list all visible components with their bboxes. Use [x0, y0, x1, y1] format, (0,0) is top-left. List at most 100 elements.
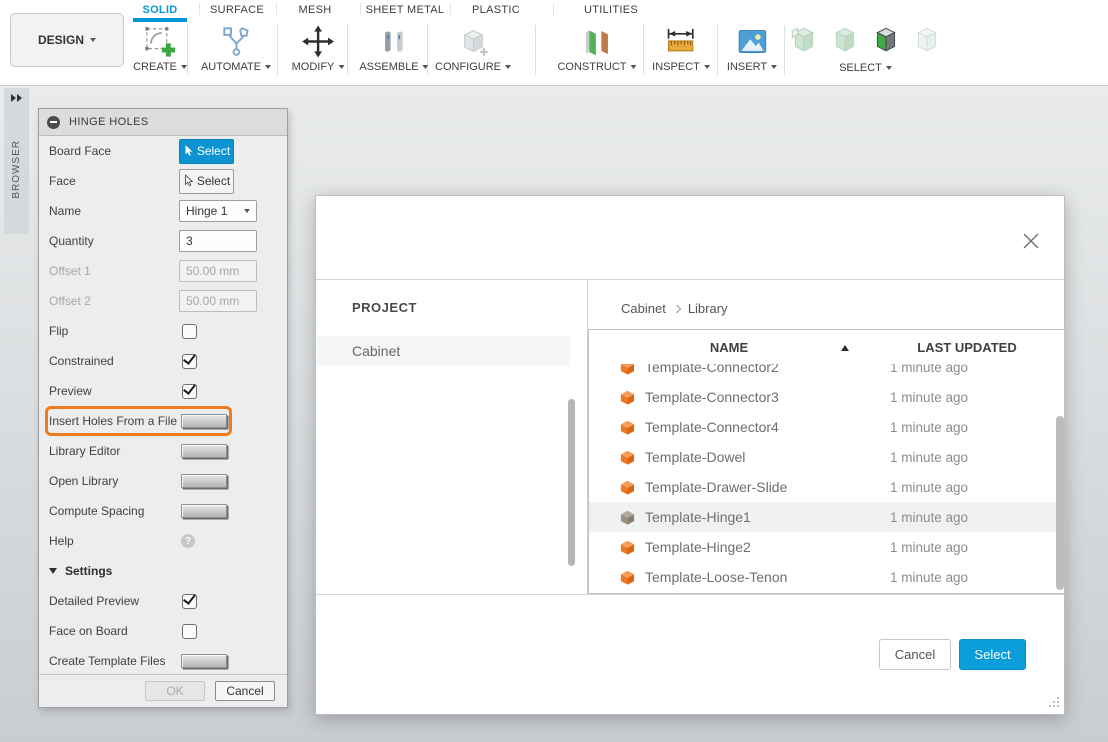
row-help: Help ? [39, 526, 287, 556]
toolbar-group-assemble[interactable]: ASSEMBLE [359, 23, 428, 73]
project-list-scrollbar[interactable] [568, 399, 575, 566]
chevron-down-icon [265, 65, 271, 69]
resize-grip[interactable] [1048, 696, 1060, 708]
table-scrollbar[interactable] [1056, 416, 1064, 590]
detailed-preview-label: Detailed Preview [49, 594, 179, 608]
help-label: Help [49, 534, 179, 548]
select-corner-cube-icon[interactable] [788, 23, 820, 60]
settings-label: Settings [65, 564, 112, 578]
toolbar-group-configure[interactable]: CONFIGURE [435, 23, 511, 73]
configure-icon [457, 23, 490, 59]
select-solid-cube-icon[interactable] [829, 23, 861, 60]
toolbar-group-insert[interactable]: INSERT [727, 23, 777, 73]
select-active-cube-icon[interactable] [870, 23, 902, 60]
ok-button[interactable]: OK [145, 681, 205, 701]
sort-ascending-icon [841, 345, 849, 351]
compute-spacing-button[interactable] [181, 504, 227, 518]
toolbar-group-inspect[interactable]: INSPECT [652, 23, 710, 73]
table-row[interactable]: Template-Drawer-Slide 1 minute ago [589, 472, 1064, 502]
panel-title: HINGE HOLES [69, 116, 149, 128]
cancel-button[interactable]: Cancel [215, 681, 275, 701]
dialog-cancel-button[interactable]: Cancel [879, 639, 951, 670]
open-library-button[interactable] [181, 474, 227, 488]
toolbar-group-modify[interactable]: MODIFY [292, 23, 345, 73]
tab-sheet-metal[interactable]: SHEET METAL [366, 4, 445, 16]
toolbar-group-construct[interactable]: CONSTRUCT [557, 23, 636, 73]
offset1-input[interactable] [179, 260, 257, 282]
board-face-select-button[interactable]: Select [179, 139, 234, 164]
row-create-template-files: Create Template Files [39, 646, 287, 676]
part-cube-icon [620, 540, 635, 555]
help-icon[interactable]: ? [181, 534, 195, 548]
flip-label: Flip [49, 324, 179, 338]
chevron-down-icon [423, 65, 429, 69]
close-icon[interactable] [1022, 232, 1040, 250]
construct-label: CONSTRUCT [557, 61, 626, 73]
table-row[interactable]: Template-Hinge2 1 minute ago [589, 532, 1064, 562]
face-on-board-label: Face on Board [49, 624, 179, 638]
row-face: Face Select [39, 166, 287, 196]
select-modes [788, 23, 943, 60]
table-row[interactable]: Template-Hinge1 1 minute ago [589, 502, 1064, 532]
create-template-files-button[interactable] [181, 654, 227, 668]
offset2-label: Offset 2 [49, 294, 179, 308]
tab-utilities[interactable]: UTILITIES [584, 4, 638, 16]
modify-icon [302, 23, 335, 59]
face-on-board-checkbox[interactable] [182, 624, 197, 639]
table-rows: Template-Connector2 1 minute ago Templat… [589, 364, 1064, 592]
project-item-cabinet[interactable]: Cabinet [317, 336, 570, 366]
toolbar-group-automate[interactable]: AUTOMATE [201, 23, 271, 73]
insert-icon [735, 23, 768, 59]
tab-surface[interactable]: SURFACE [210, 4, 264, 16]
fusion-app-window: DESIGN SOLID SURFACE MESH SHEET METAL PL… [0, 0, 1108, 742]
constrained-checkbox[interactable] [182, 354, 197, 369]
inspect-icon [665, 23, 698, 59]
assemble-label: ASSEMBLE [359, 61, 418, 73]
quantity-input[interactable] [179, 230, 257, 252]
chevron-down-icon [244, 209, 250, 213]
face-label: Face [49, 174, 179, 188]
tab-mesh[interactable]: MESH [299, 4, 332, 16]
row-preview: Preview [39, 376, 287, 406]
toolbar-group-create[interactable]: CREATE [133, 23, 187, 73]
panel-header[interactable]: HINGE HOLES [39, 109, 287, 136]
row-constrained: Constrained [39, 346, 287, 376]
table-row[interactable]: Template-Connector3 1 minute ago [589, 382, 1064, 412]
library-editor-button[interactable] [181, 444, 227, 458]
modify-label: MODIFY [292, 61, 335, 73]
tab-plastic[interactable]: PLASTIC [472, 4, 520, 16]
library-table: NAME LAST UPDATED Template-Connector2 1 … [588, 329, 1065, 594]
name-dropdown[interactable]: Hinge 1 [179, 200, 257, 222]
offset2-input[interactable] [179, 290, 257, 312]
part-cube-icon [620, 450, 635, 465]
expand-browser-icon[interactable] [11, 94, 23, 102]
preview-checkbox[interactable] [182, 384, 197, 399]
table-row[interactable]: Template-Connector2 1 minute ago [589, 364, 1064, 382]
browser-collapsed-tab[interactable]: BROWSER [4, 88, 29, 234]
top-toolbar: DESIGN SOLID SURFACE MESH SHEET METAL PL… [0, 0, 1108, 86]
tab-solid[interactable]: SOLID [142, 4, 177, 16]
settings-section-header[interactable]: Settings [39, 556, 287, 586]
create-template-files-label: Create Template Files [49, 654, 179, 668]
inspect-label: INSPECT [652, 61, 700, 73]
column-header-name[interactable]: NAME [710, 340, 748, 355]
collapse-panel-icon[interactable] [47, 116, 60, 129]
workspace-selector[interactable]: DESIGN [10, 13, 124, 67]
dialog-select-button[interactable]: Select [959, 639, 1026, 670]
open-library-label: Open Library [49, 474, 179, 488]
flip-checkbox[interactable] [182, 324, 197, 339]
table-row[interactable]: Template-Connector4 1 minute ago [589, 412, 1064, 442]
breadcrumb-parent[interactable]: Cabinet [621, 301, 666, 316]
detailed-preview-checkbox[interactable] [182, 594, 197, 609]
column-header-last-updated[interactable]: LAST UPDATED [917, 340, 1016, 355]
table-row[interactable]: Template-Loose-Tenon 1 minute ago [589, 562, 1064, 592]
face-select-button[interactable]: Select [179, 169, 234, 194]
insert-holes-button[interactable] [181, 414, 227, 428]
table-row[interactable]: Template-Dowel 1 minute ago [589, 442, 1064, 472]
offset1-label: Offset 1 [49, 264, 179, 278]
constrained-label: Constrained [49, 354, 179, 368]
expander-triangle-icon [49, 568, 57, 574]
insert-label: INSERT [727, 61, 767, 73]
select-outline-cube-icon[interactable] [911, 23, 943, 60]
toolbar-group-select[interactable]: SELECT [788, 23, 943, 74]
